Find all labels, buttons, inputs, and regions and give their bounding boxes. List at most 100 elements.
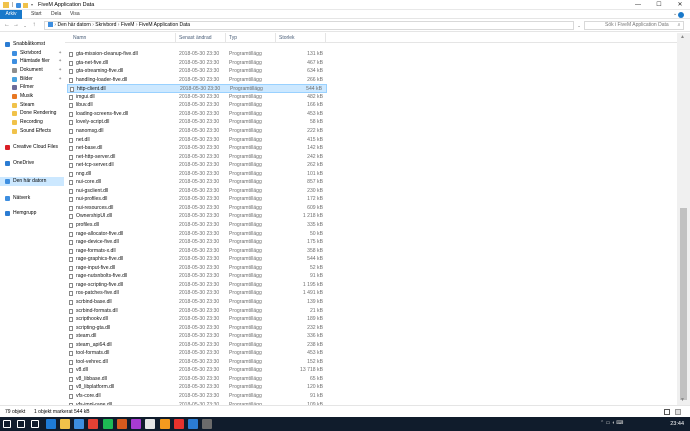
table-row[interactable]: net-base.dll 2018-05-30 23:30 Programtillä… <box>67 144 327 153</box>
store-icon[interactable] <box>74 419 84 429</box>
details-view-icon[interactable] <box>664 409 670 415</box>
table-row[interactable]: scripthookv.dll 2018-05-30 23:30 Programti… <box>67 315 327 324</box>
breadcrumb-skrivbord[interactable]: Skrivbord <box>95 22 116 28</box>
table-row[interactable]: gta-streaming-five.dll 2018-05-30 23:30 Pr… <box>67 67 327 76</box>
table-row[interactable]: scrbind-formats.dll 2018-05-30 23:30 Progr… <box>67 307 327 316</box>
table-row[interactable]: gta-mission-cleanup-five.dll 2018-05-30 2… <box>67 50 327 59</box>
table-row[interactable]: OwnershipUI.dll 2018-05-30 23:30 Programti… <box>67 212 327 221</box>
table-row[interactable]: steam_api64.dll 2018-05-30 23:30 Programti… <box>67 341 327 350</box>
tab-dela[interactable]: Dela <box>46 10 66 19</box>
nav-item-den-här-datorn[interactable]: Den här datorn <box>0 177 64 186</box>
search-input[interactable]: Sök i FiveM Application Data <box>584 21 684 30</box>
table-row[interactable]: libuv.dll 2018-05-30 23:30 Programtillägg 1… <box>67 101 327 110</box>
table-row[interactable]: scrbind-base.dll 2018-05-30 23:30 Programt… <box>67 298 327 307</box>
nav-item-recording[interactable]: Recording <box>0 118 64 127</box>
table-row[interactable]: net-tcp-server.dll 2018-05-30 23:30 Progra… <box>67 161 327 170</box>
file-explorer-icon[interactable] <box>60 419 70 429</box>
search-icon[interactable] <box>17 420 25 428</box>
up-icon[interactable]: ↑ <box>30 21 38 30</box>
table-row[interactable]: rage-device-five.dll 2018-05-30 23:30 Prog… <box>67 238 327 247</box>
nav-item-creative-cloud-files[interactable]: Creative Cloud Files <box>0 143 64 152</box>
table-row[interactable]: nanomsg.dll 2018-05-30 23:30 Programtilläg… <box>67 127 327 136</box>
table-row[interactable]: rage-input-five.dll 2018-05-30 23:30 Progr… <box>67 264 327 273</box>
vertical-scrollbar[interactable]: ▲ ▼ <box>677 33 690 405</box>
minimize-button[interactable]: — <box>628 0 648 10</box>
table-row[interactable]: nng.dll 2018-05-30 23:30 Programtillägg 101… <box>67 170 327 179</box>
table-row[interactable]: rage-allocator-five.dll 2018-05-30 23:30 P… <box>67 230 327 239</box>
table-row[interactable]: nui-core.dll 2018-05-30 23:30 Programtillä… <box>67 178 327 187</box>
maximize-button[interactable]: ☐ <box>649 0 669 10</box>
table-row[interactable]: tool-vehrec.dll 2018-05-30 23:30 Programti… <box>67 358 327 367</box>
close-button[interactable]: ✕ <box>670 0 690 10</box>
forward-icon[interactable]: → <box>12 21 20 30</box>
column-name[interactable]: Namn <box>65 33 176 43</box>
table-row[interactable]: v8_libbase.dll 2018-05-30 23:30 Programtil… <box>67 375 327 384</box>
table-row[interactable]: tool-formats.dll 2018-05-30 23:30 Programt… <box>67 349 327 358</box>
nav-item-sound-effects[interactable]: Sound Effects <box>0 127 64 136</box>
table-row[interactable]: rage-graphics-five.dll 2018-05-30 23:30 Pr… <box>67 255 327 264</box>
table-row[interactable]: net-http-server.dll 2018-05-30 23:30 Progr… <box>67 153 327 162</box>
table-row[interactable]: rage-formats-x.dll 2018-05-30 23:30 Progra… <box>67 247 327 256</box>
app-icon[interactable] <box>117 419 127 429</box>
windows-start-icon[interactable] <box>3 420 11 428</box>
table-row[interactable]: handling-loader-five.dll 2018-05-30 23:30… <box>67 76 327 85</box>
table-row[interactable]: nui-profiles.dll 2018-05-30 23:30 Programt… <box>67 195 327 204</box>
nav-item-done-rendering[interactable]: Done Rendering <box>0 109 64 118</box>
column-date[interactable]: Senast ändrad <box>176 33 226 43</box>
tab-start[interactable]: Start <box>26 10 47 19</box>
table-row[interactable]: nui-resources.dll 2018-05-30 23:30 Program… <box>67 204 327 213</box>
nav-item-nätverk[interactable]: Nätverk <box>0 194 64 203</box>
table-row[interactable]: v8_libplatform.dll 2018-05-30 23:30 Progra… <box>67 383 327 392</box>
app-icon[interactable] <box>188 419 198 429</box>
tab-visa[interactable]: Visa <box>65 10 85 19</box>
table-row[interactable]: scripting-gta.dll 2018-05-30 23:30 Program… <box>67 324 327 333</box>
breadcrumb-den-har-datorn[interactable]: Den här datorn <box>57 22 90 28</box>
app-icon[interactable] <box>131 419 141 429</box>
table-row[interactable]: net.dll 2018-05-30 23:30 Programtillägg 415… <box>67 136 327 145</box>
table-row[interactable]: gta-net-five.dll 2018-05-30 23:30 Programt… <box>67 59 327 68</box>
nav-item-dokument[interactable]: Dokument ✦ <box>0 66 64 75</box>
save-icon[interactable] <box>16 2 21 8</box>
nav-item-musik[interactable]: Musik <box>0 92 64 101</box>
table-row[interactable]: loading-screens-five.dll 2018-05-30 23:30… <box>67 110 327 119</box>
breadcrumb-fivem[interactable]: FiveM <box>121 22 135 28</box>
scroll-up-icon[interactable]: ▲ <box>680 34 685 40</box>
help-icon[interactable] <box>678 11 684 18</box>
nav-item-onedrive[interactable]: OneDrive <box>0 159 64 168</box>
table-row[interactable]: nui-gsclient.dll 2018-05-30 23:30 Programt… <box>67 187 327 196</box>
app-icon[interactable] <box>174 419 184 429</box>
breadcrumb-fivem-application-data[interactable]: FiveM Application Data <box>139 22 190 28</box>
nav-item-hämtade-filer[interactable]: Hämtade filer ✦ <box>0 57 64 66</box>
system-tray-icons[interactable]: ⌃ ▭ ◖ ⌨ <box>600 420 623 426</box>
back-icon[interactable]: ← <box>3 21 11 30</box>
nav-item-snabbåtkomst[interactable]: Snabbåtkomst <box>0 40 64 49</box>
spotify-icon[interactable] <box>103 419 113 429</box>
nav-item-filmer[interactable]: Filmer <box>0 83 64 92</box>
recent-dropdown-icon[interactable]: ⌄ <box>21 21 29 30</box>
table-row[interactable]: imgui.dll 2018-05-30 23:30 Programtillägg 4… <box>67 93 327 102</box>
scroll-thumb[interactable] <box>680 208 687 400</box>
large-icons-view-icon[interactable] <box>675 409 681 415</box>
table-row[interactable]: v8.dll 2018-05-30 23:30 Programtillägg 13 7… <box>67 366 327 375</box>
table-row[interactable]: rage-nutsnbolts-five.dll 2018-05-30 23:30… <box>67 272 327 281</box>
table-row[interactable]: rage-scripting-five.dll 2018-05-30 23:30 P… <box>67 281 327 290</box>
nav-item-hemgrupp[interactable]: Hemgrupp <box>0 209 64 218</box>
chrome-icon[interactable] <box>88 419 98 429</box>
table-row[interactable]: vfs-core.dll 2018-05-30 23:30 Programtillä… <box>67 392 327 401</box>
scroll-down-icon[interactable]: ▼ <box>680 397 685 403</box>
table-row[interactable]: steam.dll 2018-05-30 23:30 Programtillägg 3… <box>67 332 327 341</box>
table-row[interactable]: http-client.dll 2018-05-30 23:30 Programti… <box>67 84 327 93</box>
task-view-icon[interactable] <box>31 420 39 428</box>
app-icon[interactable] <box>145 419 155 429</box>
app-icon[interactable] <box>160 419 170 429</box>
table-row[interactable]: ros-patches-five.dll 2018-05-30 23:30 Prog… <box>67 289 327 298</box>
column-type[interactable]: Typ <box>226 33 276 43</box>
edge-icon[interactable] <box>46 419 56 429</box>
address-dropdown-icon[interactable]: ⌄ <box>575 21 583 30</box>
tab-arkiv[interactable]: Arkiv <box>0 10 22 19</box>
column-size[interactable]: Storlek <box>276 33 326 43</box>
table-row[interactable]: lovely-script.dll 2018-05-30 23:30 Program… <box>67 118 327 127</box>
search-icon[interactable]: ⌕ <box>675 21 683 30</box>
table-row[interactable]: profiles.dll 2018-05-30 23:30 Programtillä… <box>67 221 327 230</box>
new-folder-icon[interactable] <box>23 2 28 8</box>
